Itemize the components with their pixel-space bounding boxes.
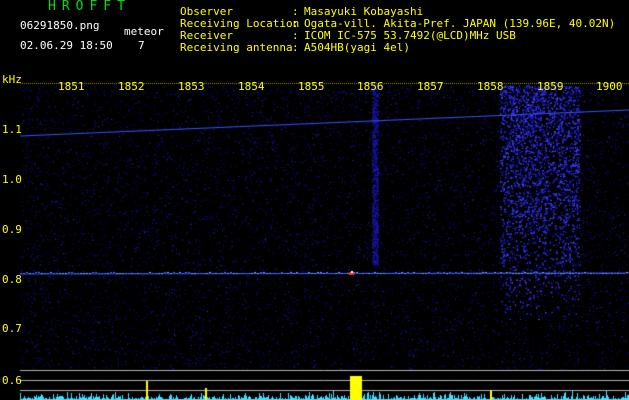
time-tick-1857: 1857 bbox=[417, 80, 444, 93]
time-tick-1853: 1853 bbox=[178, 80, 205, 93]
freq-tick-0-8: 0.8 bbox=[2, 273, 22, 286]
station-info: Observer : Masayuki Kobayashi Receiving … bbox=[180, 6, 615, 54]
freq-tick-0-6: 0.6 bbox=[2, 374, 22, 387]
time-tick-1854: 1854 bbox=[238, 80, 265, 93]
time-tick-1858: 1858 bbox=[477, 80, 504, 93]
time-tick-1900: 1900 bbox=[596, 80, 623, 93]
freq-tick-0-9: 0.9 bbox=[2, 223, 22, 236]
time-tick-1859: 1859 bbox=[537, 80, 564, 93]
antenna-sep: : bbox=[292, 41, 299, 54]
observation-datetime: 02.06.29 18:50 bbox=[20, 39, 113, 52]
time-tick-1851: 1851 bbox=[58, 80, 85, 93]
antenna-row: Receiving antenna : A504HB(yagi 4el) bbox=[180, 42, 615, 54]
spectrogram-canvas bbox=[0, 0, 629, 400]
freq-tick-1-1: 1.1 bbox=[2, 123, 22, 136]
antenna-value: A504HB(yagi 4el) bbox=[304, 41, 410, 54]
antenna-key: Receiving antenna bbox=[180, 41, 293, 54]
station-title: HROFFT bbox=[48, 0, 131, 14]
freq-tick-0-7: 0.7 bbox=[2, 322, 22, 335]
time-tick-1852: 1852 bbox=[118, 80, 145, 93]
meteor-count: 7 bbox=[138, 39, 145, 52]
time-tick-1855: 1855 bbox=[298, 80, 325, 93]
meteor-label: meteor bbox=[124, 25, 164, 38]
image-filename: 06291850.png bbox=[20, 19, 100, 32]
freq-tick-1-0: 1.0 bbox=[2, 173, 22, 186]
frequency-unit: kHz bbox=[2, 73, 22, 86]
time-tick-1856: 1856 bbox=[357, 80, 384, 93]
